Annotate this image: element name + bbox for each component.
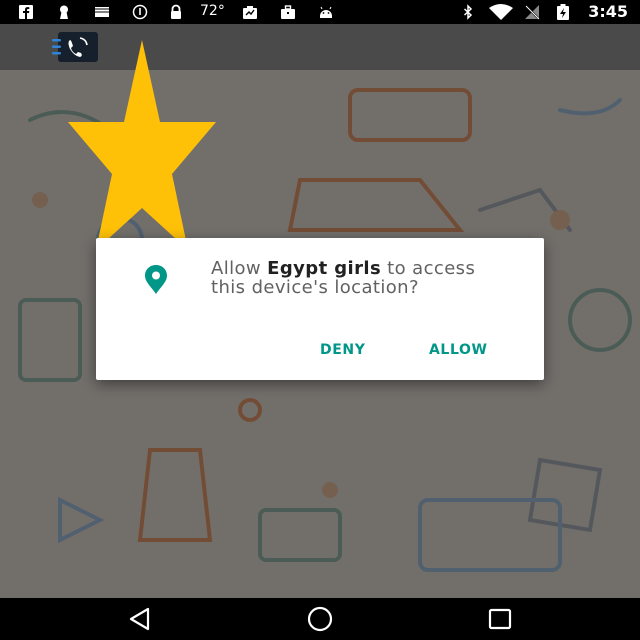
- bluetooth-icon: [463, 4, 473, 20]
- home-icon[interactable]: [306, 606, 334, 632]
- no-signal-icon: [525, 5, 540, 20]
- allow-button[interactable]: ALLOW: [429, 342, 488, 358]
- deny-button[interactable]: DENY: [320, 342, 365, 358]
- recents-icon[interactable]: [486, 606, 514, 632]
- keyhole-icon: [60, 5, 68, 19]
- message-prefix: Allow: [211, 258, 268, 279]
- mail-icon: [95, 7, 109, 17]
- work-icon: [281, 5, 295, 19]
- navigation-bar: [0, 598, 640, 640]
- info-icon: [132, 4, 148, 20]
- battery-charging-icon: [557, 4, 569, 20]
- facebook-icon: [19, 5, 33, 19]
- status-bar: 72° 3:45: [0, 0, 640, 24]
- dialog-message: Allow Egypt girls to access this device'…: [211, 259, 511, 297]
- android-icon: [320, 6, 332, 18]
- back-icon[interactable]: [126, 606, 154, 632]
- lock-icon: [171, 4, 181, 19]
- permission-dialog: Allow Egypt girls to access this device'…: [96, 238, 544, 380]
- temperature-text: 72°: [200, 3, 225, 19]
- wifi-icon: [489, 4, 513, 20]
- location-pin-icon: [145, 265, 167, 294]
- weather-icon: [243, 6, 257, 19]
- clock-time: 3:45: [588, 2, 628, 21]
- app-name: Egypt girls: [267, 258, 382, 279]
- star-icon: [68, 40, 216, 250]
